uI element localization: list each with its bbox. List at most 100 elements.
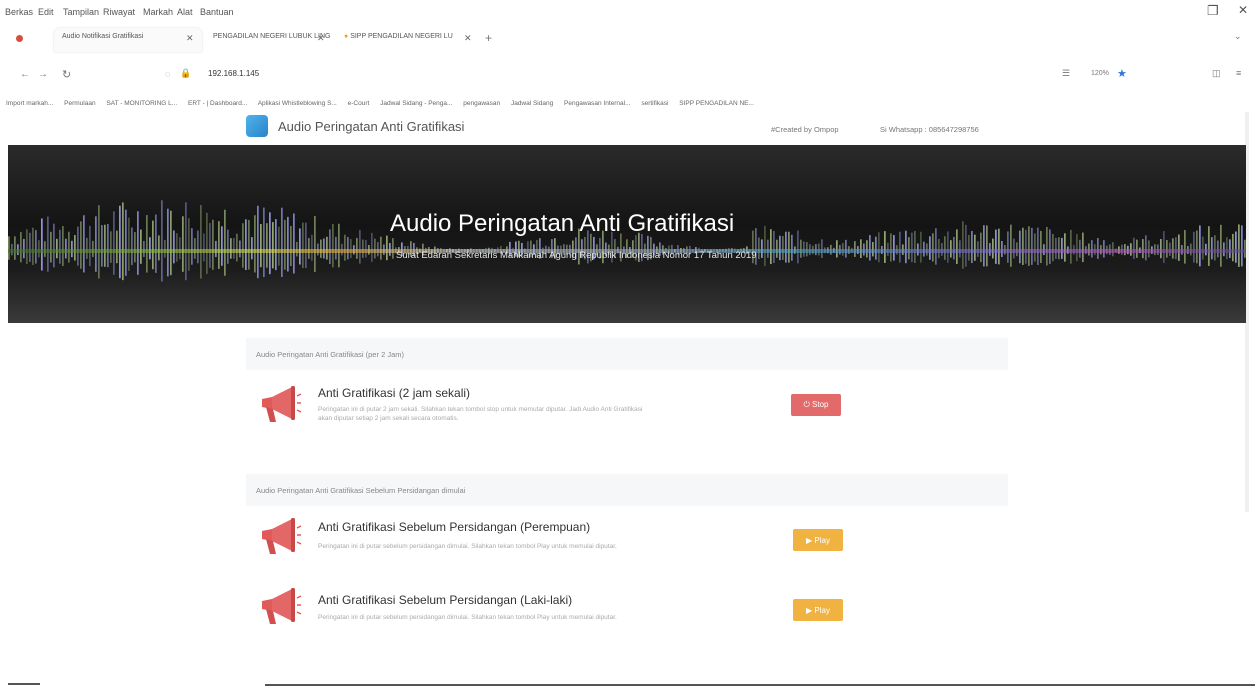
close-window-icon[interactable]: ✕ [1238, 3, 1248, 17]
wave-bar [797, 230, 799, 264]
button-label: Play [814, 605, 830, 615]
bookmark-item[interactable]: SIPP PENGADILAN NE... [679, 100, 754, 107]
wave-bar [974, 234, 976, 261]
tab-favicon-icon: ● [344, 33, 349, 40]
wave-bar [323, 238, 325, 259]
menu-markah[interactable]: Markah [143, 7, 173, 17]
site-logo-icon[interactable] [246, 115, 268, 137]
reader-view-icon[interactable]: ☰ [1062, 68, 1070, 79]
wave-bar [209, 222, 211, 268]
wave-bar [29, 232, 31, 262]
menu-tampilan[interactable]: Tampilan [63, 7, 99, 17]
close-tab-icon[interactable]: ✕ [317, 33, 325, 44]
bookmark-star-icon[interactable]: ★ [1117, 67, 1127, 80]
play-button[interactable]: ▶ Play [793, 529, 843, 551]
wave-bar [230, 238, 232, 259]
bottom-divider [265, 684, 1255, 686]
new-tab-icon[interactable]: + [485, 31, 492, 45]
wave-bar [836, 240, 838, 258]
wave-bar [1241, 225, 1243, 267]
wave-bar [227, 229, 229, 264]
restore-window-icon[interactable]: ❐ [1207, 3, 1219, 19]
site-header: Audio Peringatan Anti Gratifikasi #Creat… [0, 112, 1255, 144]
wave-bar [1022, 227, 1024, 265]
bookmark-item[interactable]: SAT - MONITORING L... [106, 100, 177, 107]
wave-bar [8, 236, 10, 260]
wave-bar [950, 240, 952, 258]
bookmark-item[interactable]: e-Court [348, 100, 370, 107]
bookmark-item[interactable]: Jadwal Sidang - Penga... [380, 100, 452, 107]
wave-bar [263, 207, 265, 278]
wave-bar [284, 219, 286, 270]
wave-bar [119, 205, 121, 279]
bookmark-item[interactable]: Jadwal Sidang [511, 100, 553, 107]
wave-bar [875, 236, 877, 260]
play-icon: ▶ [806, 535, 813, 545]
hero-subtitle: Surat Edaran Sekretaris Mahkamah Agung R… [396, 250, 757, 261]
site-title[interactable]: Audio Peringatan Anti Gratifikasi [278, 119, 464, 134]
reload-icon[interactable]: ↻ [62, 68, 71, 81]
menu-bantuan[interactable]: Bantuan [200, 7, 234, 17]
menu-icon[interactable]: ≡ [1236, 68, 1241, 78]
bookmark-item[interactable]: Import markah... [6, 100, 53, 107]
megaphone-icon [262, 518, 302, 554]
forward-icon[interactable]: → [38, 69, 48, 80]
tab-audio-notifikasi[interactable]: Audio Notifikasi Gratifikasi [54, 28, 202, 52]
wave-bar [962, 221, 964, 269]
wave-bar [1082, 232, 1084, 263]
wave-bar [893, 235, 895, 261]
menu-riwayat[interactable]: Riwayat [103, 7, 135, 17]
back-icon[interactable]: ← [20, 69, 30, 80]
browser-logo-icon [16, 35, 23, 42]
wave-bar [308, 238, 310, 259]
extensions-icon[interactable]: ◫ [1212, 68, 1221, 79]
bookmark-item[interactable]: Pengawasan Internal... [564, 100, 631, 107]
wave-bar [764, 225, 766, 267]
bookmark-item[interactable]: Permulaan [64, 100, 95, 107]
wave-bar [23, 238, 25, 259]
wave-bar [1232, 233, 1234, 262]
zoom-level[interactable]: 120% [1091, 70, 1109, 77]
wave-bar [1028, 226, 1030, 266]
wave-bar [80, 221, 82, 269]
wave-bar [362, 239, 364, 258]
menu-berkas[interactable]: Berkas [5, 7, 33, 17]
wave-bar [206, 212, 208, 274]
wave-bar [1172, 238, 1174, 259]
close-tab-icon[interactable]: ✕ [186, 33, 194, 44]
wave-bar [20, 232, 22, 263]
menu-alat[interactable]: Alat [177, 7, 193, 17]
wave-bar [821, 239, 823, 258]
wave-bar [386, 235, 388, 261]
tab-sipp-pengadilan[interactable]: ● SIPP PENGADILAN NEGERI LU [336, 28, 468, 52]
wave-bar [380, 236, 382, 260]
wave-bar [110, 231, 112, 263]
tab-pengadilan-negeri[interactable]: PENGADILAN NEGERI LUBUK LING [205, 28, 335, 52]
wave-bar [197, 230, 199, 264]
wave-bar [92, 240, 94, 258]
bookmark-item[interactable]: ERT - | Dashboard... [188, 100, 247, 107]
url-input[interactable]: 192.168.1.145 [208, 69, 259, 78]
item-description: Peringatan ini di putar sebelum persidan… [318, 543, 617, 550]
menu-edit[interactable]: Edit [38, 7, 54, 17]
wave-bar [365, 240, 367, 258]
browser-menu-bar: Berkas Edit Tampilan Riwayat Markah Alat… [0, 0, 1255, 24]
wave-bar [260, 224, 262, 268]
play-button[interactable]: ▶ Play [793, 599, 843, 621]
wave-bar [1079, 239, 1081, 258]
stop-button[interactable]: ⏻ Stop [791, 394, 841, 416]
bookmark-item[interactable]: pengawasan [463, 100, 500, 107]
wave-bar [983, 225, 985, 267]
bookmark-item[interactable]: sertifikasi [641, 100, 668, 107]
bookmark-item[interactable]: Aplikasi Whistleblowing S... [258, 100, 337, 107]
wave-bar [929, 236, 931, 260]
item-description: Peringatan ini di putar sebelum persidan… [318, 614, 617, 621]
wave-bar [1193, 231, 1195, 263]
close-tab-icon[interactable]: ✕ [464, 33, 472, 44]
wave-bar [767, 239, 769, 258]
wave-bar [800, 239, 802, 258]
wave-bar [1184, 230, 1186, 264]
play-icon: ▶ [806, 605, 813, 615]
list-tabs-icon[interactable]: ⌄ [1234, 31, 1242, 42]
wave-bar [218, 221, 220, 269]
